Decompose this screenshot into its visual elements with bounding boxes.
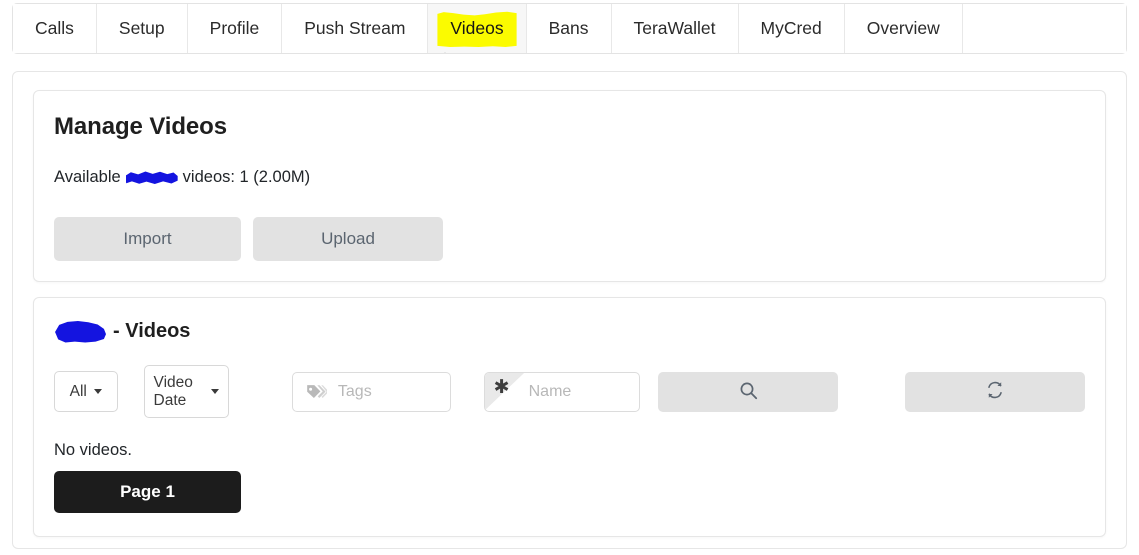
page-title: Manage Videos <box>54 113 227 140</box>
name-field[interactable]: ✱ Name <box>483 371 641 412</box>
search-icon <box>739 381 758 403</box>
tab-terawallet[interactable]: TeraWallet <box>611 4 739 53</box>
manage-actions: Import Upload <box>54 217 1085 261</box>
chevron-down-icon <box>93 389 102 394</box>
upload-button[interactable]: Upload <box>253 217 443 261</box>
tag-icon <box>306 384 327 400</box>
videos-list-card: - Videos All Video Date Tags ✱ Name No v… <box>33 297 1106 537</box>
tab-overview[interactable]: Overview <box>844 4 963 53</box>
empty-state-message: No videos. <box>54 441 132 459</box>
videos-list-title-text: - Videos <box>113 320 191 342</box>
tab-profile[interactable]: Profile <box>187 4 283 53</box>
tags-placeholder: Tags <box>337 382 372 400</box>
chevron-down-icon <box>210 389 219 394</box>
tab-setup[interactable]: Setup <box>96 4 188 53</box>
tab-bans[interactable]: Bans <box>526 4 612 53</box>
videos-list-title: - Videos <box>54 320 1085 343</box>
tab-label: MyCred <box>760 17 822 38</box>
search-button[interactable] <box>658 371 839 412</box>
available-prefix-text: Available <box>54 168 121 186</box>
tab-mycred[interactable]: MyCred <box>738 4 845 53</box>
redacted-name-blob <box>55 320 106 343</box>
tab-label: Overview <box>866 17 940 38</box>
tab-label: Setup <box>118 17 165 38</box>
available-suffix-text: videos: 1 (2.00M) <box>182 168 311 186</box>
tags-field[interactable]: Tags <box>291 371 451 412</box>
tab-push-stream[interactable]: Push Stream <box>282 4 429 53</box>
redacted-name-inline <box>125 171 178 184</box>
name-placeholder: Name <box>528 382 572 400</box>
tab-label: Calls <box>35 17 74 38</box>
required-asterisk-icon: ✱ <box>493 376 510 398</box>
import-button[interactable]: Import <box>54 217 241 261</box>
refresh-button[interactable] <box>905 371 1086 412</box>
manage-videos-card: Manage Videos Available videos: 1 (2.00M… <box>33 90 1106 282</box>
tab-label: Bans <box>548 17 589 38</box>
sort-video-date-label: Video Date <box>153 374 193 409</box>
filter-toolbar: All Video Date Tags ✱ Name <box>54 365 1086 418</box>
tab-bar: Calls Setup Profile Push Stream Videos B… <box>12 3 1127 54</box>
tab-label: TeraWallet <box>633 17 716 38</box>
tab-label: Profile <box>209 17 260 38</box>
content-wrapper: Manage Videos Available videos: 1 (2.00M… <box>12 71 1127 549</box>
tab-calls[interactable]: Calls <box>13 4 97 53</box>
page-root: Calls Setup Profile Push Stream Videos B… <box>0 0 1139 555</box>
sort-video-date-dropdown[interactable]: Video Date <box>143 365 229 418</box>
available-videos-line: Available videos: 1 (2.00M) <box>54 168 1085 187</box>
tab-label: Videos <box>450 17 504 38</box>
filter-all-label: All <box>69 382 87 400</box>
refresh-icon <box>985 380 1005 403</box>
tab-videos[interactable]: Videos <box>428 4 527 53</box>
filter-all-dropdown[interactable]: All <box>54 371 118 412</box>
page-1-button[interactable]: Page 1 <box>54 471 241 513</box>
tab-label: Push Stream <box>304 17 406 38</box>
tab-bar-filler <box>962 4 1126 53</box>
